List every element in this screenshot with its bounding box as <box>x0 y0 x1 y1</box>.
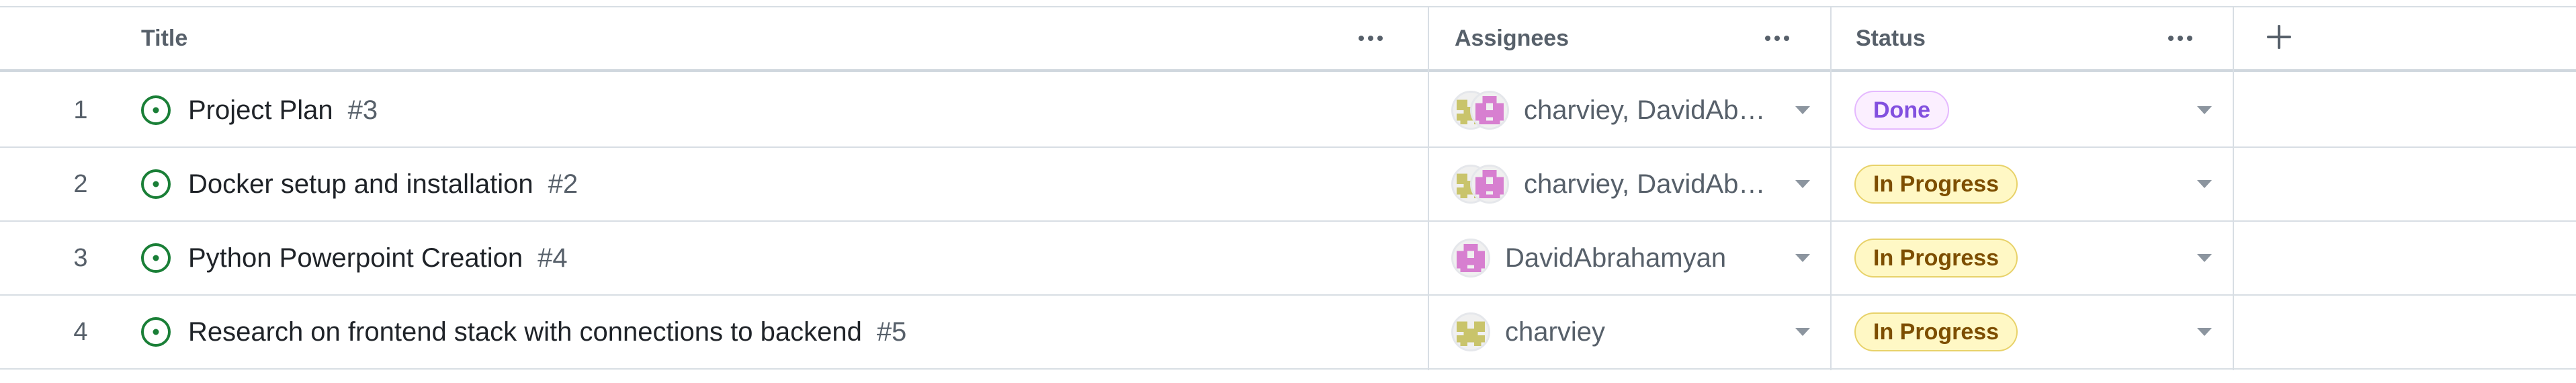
assignee-names: charviey, DavidAb… <box>1524 95 1766 125</box>
avatar <box>1451 312 1490 351</box>
assignee-names: charviey, DavidAb… <box>1524 169 1766 199</box>
avatar <box>1451 239 1490 278</box>
avatar-stack <box>1451 312 1490 351</box>
issue-number: #2 <box>548 169 578 199</box>
column-header-status-label: Status <box>1856 25 1926 51</box>
column-header-status[interactable]: Status <box>1856 7 2151 69</box>
status-column-menu-icon[interactable] <box>2160 26 2200 50</box>
assignees-column-menu-icon[interactable] <box>1757 26 1797 50</box>
issue-title-link[interactable]: Python Powerpoint Creation <box>188 243 523 273</box>
column-header-assignees[interactable]: Assignees <box>1455 7 1750 69</box>
chevron-down-icon[interactable] <box>1795 180 1810 188</box>
issue-opened-icon <box>141 169 171 199</box>
table-row[interactable]: 3 Python Powerpoint Creation #4 DavidAbraha… <box>0 222 2576 296</box>
issue-number: #3 <box>347 95 378 125</box>
row-number: 4 <box>73 317 88 346</box>
issue-title-link[interactable]: Project Plan <box>188 95 333 126</box>
issue-title-link[interactable]: Research on frontend stack with connecti… <box>188 317 862 347</box>
assignee-names: charviey <box>1505 316 1605 347</box>
status-cell[interactable]: In Progress <box>1854 222 2018 294</box>
assignees-cell[interactable]: DavidAbrahamyan <box>1451 222 1801 294</box>
avatar <box>1470 165 1509 204</box>
avatar-stack <box>1451 91 1509 130</box>
status-cell[interactable]: Done <box>1854 74 1949 146</box>
column-header-assignees-label: Assignees <box>1455 25 1570 51</box>
issue-opened-icon <box>141 243 171 273</box>
status-badge: Done <box>1854 91 1949 130</box>
project-table: Title Assignees Status 1 Project Plan #3 ch… <box>0 0 2576 383</box>
assignees-cell[interactable]: charviey, DavidAb… <box>1451 148 1801 220</box>
title-cell[interactable]: Python Powerpoint Creation #4 <box>140 222 568 294</box>
status-badge: In Progress <box>1854 312 2018 351</box>
chevron-down-icon[interactable] <box>1795 106 1810 114</box>
status-cell[interactable]: In Progress <box>1854 296 2018 368</box>
title-cell[interactable]: Docker setup and installation #2 <box>140 148 578 220</box>
chevron-down-icon[interactable] <box>2197 180 2212 188</box>
issue-opened-icon <box>141 95 171 125</box>
row-number: 2 <box>73 169 88 198</box>
status-badge: In Progress <box>1854 239 2018 278</box>
chevron-down-icon[interactable] <box>1795 254 1810 262</box>
table-row[interactable]: 2 Docker setup and installation #2 charviey… <box>0 148 2576 222</box>
title-column-menu-icon[interactable] <box>1350 26 1391 50</box>
status-cell[interactable]: In Progress <box>1854 148 2018 220</box>
issue-opened-icon <box>141 317 171 347</box>
chevron-down-icon[interactable] <box>2197 254 2212 262</box>
assignees-cell[interactable]: charviey <box>1451 296 1801 368</box>
assignees-cell[interactable]: charviey, DavidAb… <box>1451 74 1801 146</box>
row-number: 3 <box>73 243 88 272</box>
title-cell[interactable]: Project Plan #3 <box>140 74 378 146</box>
chevron-down-icon[interactable] <box>1795 328 1810 336</box>
title-cell[interactable]: Research on frontend stack with connecti… <box>140 296 906 368</box>
status-badge: In Progress <box>1854 165 2018 204</box>
assignee-names: DavidAbrahamyan <box>1505 243 1727 273</box>
column-header-title-label: Title <box>141 25 188 51</box>
row-number: 1 <box>73 95 88 124</box>
plus-icon[interactable] <box>2264 22 2294 52</box>
table-row[interactable]: 4 Research on frontend stack with connect… <box>0 296 2576 370</box>
table-row[interactable]: 1 Project Plan #3 charviey, DavidAb… Done <box>0 74 2576 148</box>
chevron-down-icon[interactable] <box>2197 328 2212 336</box>
issue-number: #4 <box>538 243 568 273</box>
issue-number: #5 <box>876 316 907 347</box>
avatar-stack <box>1451 239 1490 278</box>
column-header-title[interactable]: Title <box>141 7 1418 69</box>
table-header: Title Assignees Status <box>0 7 2576 72</box>
chevron-down-icon[interactable] <box>2197 106 2212 114</box>
avatar <box>1470 91 1509 130</box>
issue-title-link[interactable]: Docker setup and installation <box>188 169 533 200</box>
avatar-stack <box>1451 165 1509 204</box>
